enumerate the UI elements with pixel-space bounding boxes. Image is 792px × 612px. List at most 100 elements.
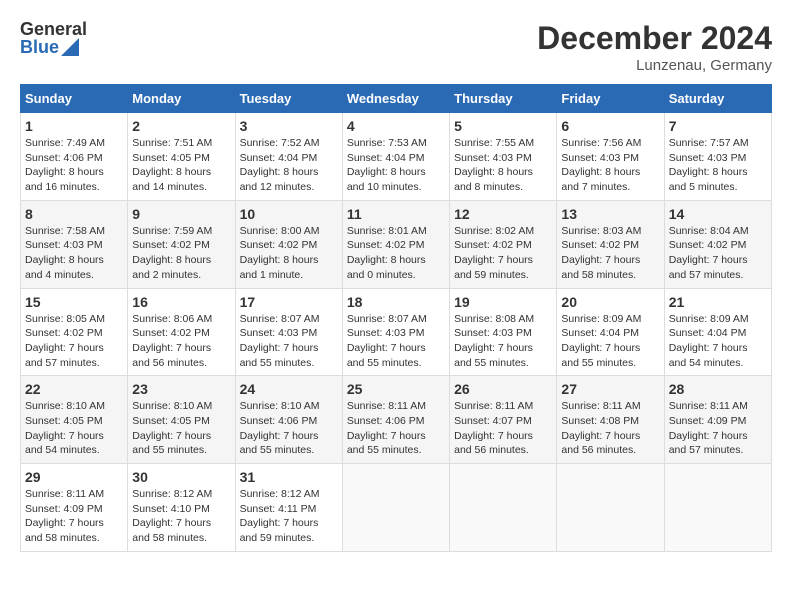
logo-blue-text: Blue <box>20 38 59 56</box>
col-monday: Monday <box>128 85 235 113</box>
day-number: 23 <box>132 381 230 397</box>
calendar-cell <box>342 464 449 552</box>
day-info: Sunrise: 8:11 AM Sunset: 4:07 PM Dayligh… <box>454 399 552 458</box>
day-info: Sunrise: 7:53 AM Sunset: 4:04 PM Dayligh… <box>347 136 445 195</box>
calendar-week-row: 1 Sunrise: 7:49 AM Sunset: 4:06 PM Dayli… <box>21 113 772 201</box>
day-number: 27 <box>561 381 659 397</box>
day-number: 19 <box>454 294 552 310</box>
calendar-week-row: 22 Sunrise: 8:10 AM Sunset: 4:05 PM Dayl… <box>21 376 772 464</box>
day-number: 31 <box>240 469 338 485</box>
calendar-cell <box>450 464 557 552</box>
day-info: Sunrise: 8:09 AM Sunset: 4:04 PM Dayligh… <box>561 312 659 371</box>
calendar-cell: 4 Sunrise: 7:53 AM Sunset: 4:04 PM Dayli… <box>342 113 449 201</box>
calendar-cell: 19 Sunrise: 8:08 AM Sunset: 4:03 PM Dayl… <box>450 288 557 376</box>
calendar-cell: 21 Sunrise: 8:09 AM Sunset: 4:04 PM Dayl… <box>664 288 771 376</box>
calendar-title: December 2024 <box>537 20 772 57</box>
calendar-cell: 28 Sunrise: 8:11 AM Sunset: 4:09 PM Dayl… <box>664 376 771 464</box>
calendar-cell <box>664 464 771 552</box>
day-number: 26 <box>454 381 552 397</box>
calendar-cell: 26 Sunrise: 8:11 AM Sunset: 4:07 PM Dayl… <box>450 376 557 464</box>
calendar-week-row: 8 Sunrise: 7:58 AM Sunset: 4:03 PM Dayli… <box>21 200 772 288</box>
day-info: Sunrise: 8:09 AM Sunset: 4:04 PM Dayligh… <box>669 312 767 371</box>
day-info: Sunrise: 8:05 AM Sunset: 4:02 PM Dayligh… <box>25 312 123 371</box>
day-number: 8 <box>25 206 123 222</box>
day-number: 22 <box>25 381 123 397</box>
calendar-cell: 10 Sunrise: 8:00 AM Sunset: 4:02 PM Dayl… <box>235 200 342 288</box>
day-info: Sunrise: 8:03 AM Sunset: 4:02 PM Dayligh… <box>561 224 659 283</box>
col-sunday: Sunday <box>21 85 128 113</box>
calendar-cell: 13 Sunrise: 8:03 AM Sunset: 4:02 PM Dayl… <box>557 200 664 288</box>
calendar-cell: 8 Sunrise: 7:58 AM Sunset: 4:03 PM Dayli… <box>21 200 128 288</box>
day-info: Sunrise: 7:49 AM Sunset: 4:06 PM Dayligh… <box>25 136 123 195</box>
calendar-header-row: Sunday Monday Tuesday Wednesday Thursday… <box>21 85 772 113</box>
day-number: 20 <box>561 294 659 310</box>
day-number: 21 <box>669 294 767 310</box>
calendar-cell: 15 Sunrise: 8:05 AM Sunset: 4:02 PM Dayl… <box>21 288 128 376</box>
calendar-cell: 30 Sunrise: 8:12 AM Sunset: 4:10 PM Dayl… <box>128 464 235 552</box>
col-friday: Friday <box>557 85 664 113</box>
day-info: Sunrise: 7:59 AM Sunset: 4:02 PM Dayligh… <box>132 224 230 283</box>
calendar-cell: 2 Sunrise: 7:51 AM Sunset: 4:05 PM Dayli… <box>128 113 235 201</box>
day-number: 11 <box>347 206 445 222</box>
day-info: Sunrise: 7:55 AM Sunset: 4:03 PM Dayligh… <box>454 136 552 195</box>
day-info: Sunrise: 8:11 AM Sunset: 4:09 PM Dayligh… <box>25 487 123 546</box>
calendar-cell: 3 Sunrise: 7:52 AM Sunset: 4:04 PM Dayli… <box>235 113 342 201</box>
day-number: 7 <box>669 118 767 134</box>
calendar-table: Sunday Monday Tuesday Wednesday Thursday… <box>20 84 772 552</box>
day-number: 9 <box>132 206 230 222</box>
day-info: Sunrise: 7:56 AM Sunset: 4:03 PM Dayligh… <box>561 136 659 195</box>
day-info: Sunrise: 8:00 AM Sunset: 4:02 PM Dayligh… <box>240 224 338 283</box>
day-number: 17 <box>240 294 338 310</box>
col-tuesday: Tuesday <box>235 85 342 113</box>
day-number: 1 <box>25 118 123 134</box>
day-number: 13 <box>561 206 659 222</box>
calendar-cell: 14 Sunrise: 8:04 AM Sunset: 4:02 PM Dayl… <box>664 200 771 288</box>
day-info: Sunrise: 8:12 AM Sunset: 4:10 PM Dayligh… <box>132 487 230 546</box>
day-number: 10 <box>240 206 338 222</box>
day-info: Sunrise: 8:02 AM Sunset: 4:02 PM Dayligh… <box>454 224 552 283</box>
day-info: Sunrise: 7:52 AM Sunset: 4:04 PM Dayligh… <box>240 136 338 195</box>
day-info: Sunrise: 8:10 AM Sunset: 4:05 PM Dayligh… <box>25 399 123 458</box>
day-info: Sunrise: 7:51 AM Sunset: 4:05 PM Dayligh… <box>132 136 230 195</box>
calendar-cell: 31 Sunrise: 8:12 AM Sunset: 4:11 PM Dayl… <box>235 464 342 552</box>
day-info: Sunrise: 8:12 AM Sunset: 4:11 PM Dayligh… <box>240 487 338 546</box>
page-header: General Blue December 2024 Lunzenau, Ger… <box>20 20 772 74</box>
title-area: December 2024 Lunzenau, Germany <box>537 20 772 74</box>
day-info: Sunrise: 8:04 AM Sunset: 4:02 PM Dayligh… <box>669 224 767 283</box>
calendar-cell: 27 Sunrise: 8:11 AM Sunset: 4:08 PM Dayl… <box>557 376 664 464</box>
day-number: 16 <box>132 294 230 310</box>
calendar-cell: 7 Sunrise: 7:57 AM Sunset: 4:03 PM Dayli… <box>664 113 771 201</box>
day-number: 3 <box>240 118 338 134</box>
day-info: Sunrise: 8:10 AM Sunset: 4:05 PM Dayligh… <box>132 399 230 458</box>
calendar-cell: 22 Sunrise: 8:10 AM Sunset: 4:05 PM Dayl… <box>21 376 128 464</box>
calendar-subtitle: Lunzenau, Germany <box>537 57 772 74</box>
day-info: Sunrise: 8:10 AM Sunset: 4:06 PM Dayligh… <box>240 399 338 458</box>
day-info: Sunrise: 8:01 AM Sunset: 4:02 PM Dayligh… <box>347 224 445 283</box>
day-info: Sunrise: 8:07 AM Sunset: 4:03 PM Dayligh… <box>347 312 445 371</box>
day-number: 2 <box>132 118 230 134</box>
day-number: 30 <box>132 469 230 485</box>
calendar-cell: 1 Sunrise: 7:49 AM Sunset: 4:06 PM Dayli… <box>21 113 128 201</box>
calendar-cell: 5 Sunrise: 7:55 AM Sunset: 4:03 PM Dayli… <box>450 113 557 201</box>
calendar-cell: 25 Sunrise: 8:11 AM Sunset: 4:06 PM Dayl… <box>342 376 449 464</box>
col-wednesday: Wednesday <box>342 85 449 113</box>
logo-general-text: General <box>20 20 87 38</box>
calendar-cell: 17 Sunrise: 8:07 AM Sunset: 4:03 PM Dayl… <box>235 288 342 376</box>
day-number: 5 <box>454 118 552 134</box>
calendar-cell: 16 Sunrise: 8:06 AM Sunset: 4:02 PM Dayl… <box>128 288 235 376</box>
day-number: 24 <box>240 381 338 397</box>
day-number: 4 <box>347 118 445 134</box>
calendar-cell: 23 Sunrise: 8:10 AM Sunset: 4:05 PM Dayl… <box>128 376 235 464</box>
calendar-cell <box>557 464 664 552</box>
day-info: Sunrise: 8:11 AM Sunset: 4:08 PM Dayligh… <box>561 399 659 458</box>
day-info: Sunrise: 8:08 AM Sunset: 4:03 PM Dayligh… <box>454 312 552 371</box>
day-number: 28 <box>669 381 767 397</box>
day-info: Sunrise: 8:06 AM Sunset: 4:02 PM Dayligh… <box>132 312 230 371</box>
day-info: Sunrise: 7:57 AM Sunset: 4:03 PM Dayligh… <box>669 136 767 195</box>
calendar-week-row: 29 Sunrise: 8:11 AM Sunset: 4:09 PM Dayl… <box>21 464 772 552</box>
logo-icon <box>61 38 79 56</box>
calendar-cell: 11 Sunrise: 8:01 AM Sunset: 4:02 PM Dayl… <box>342 200 449 288</box>
day-number: 12 <box>454 206 552 222</box>
day-number: 6 <box>561 118 659 134</box>
day-info: Sunrise: 8:11 AM Sunset: 4:09 PM Dayligh… <box>669 399 767 458</box>
